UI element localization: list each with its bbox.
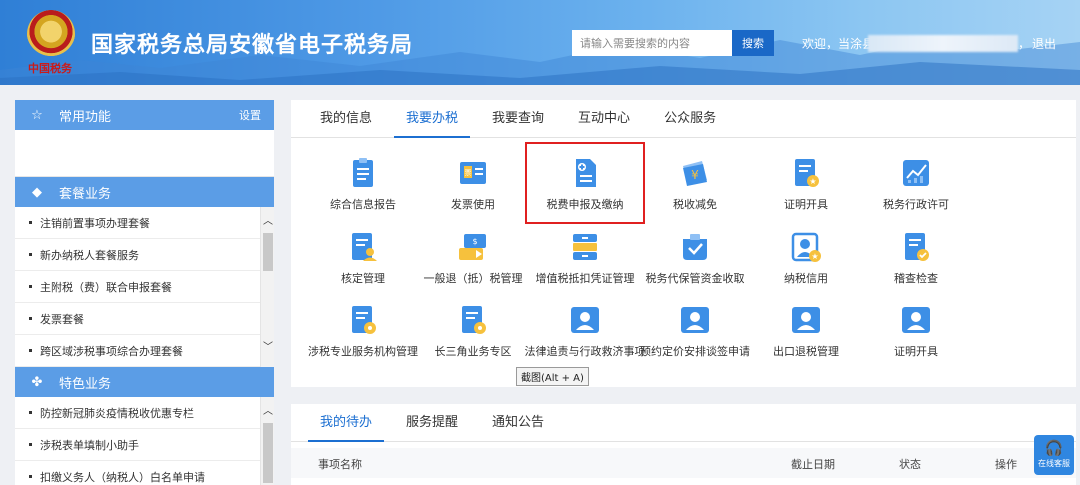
online-service-label: 在线客服 <box>1038 459 1070 468</box>
online-service-button[interactable]: 🎧 在线客服 <box>1034 435 1074 475</box>
headset-icon: 🎧 <box>1044 439 1064 457</box>
tab-my-info[interactable]: 我的信息 <box>308 100 384 137</box>
legal-relief-icon <box>571 307 599 333</box>
tile-invoice[interactable]: 票 发票使用 <box>408 156 538 212</box>
star-icon: ☆ <box>31 107 43 123</box>
feature-title: 特色业务 <box>59 376 112 392</box>
tab-interaction[interactable]: 互动中心 <box>566 100 642 137</box>
invoice-icon: 票 <box>460 162 486 184</box>
tax-relief-icon: ¥ <box>683 161 707 186</box>
todo-table-header: 事项名称 截止日期 状态 操作 <box>291 448 1076 478</box>
admin-license-icon <box>903 160 929 186</box>
tile-label: 长三角业务专区 <box>434 345 512 358</box>
tile-label: 一般退（抵）税管理 <box>423 272 523 285</box>
screenshot-tooltip: 截图(Alt + A) <box>516 367 589 386</box>
list-item[interactable]: 注销前置事项办理套餐 <box>15 207 260 239</box>
scroll-up-icon[interactable]: ︿ <box>261 215 275 229</box>
certificate-icon: ★ <box>795 159 819 187</box>
tax-refund-icon: $ <box>459 234 486 260</box>
todo-tabs: 我的待办 服务提醒 通知公告 <box>291 404 1076 442</box>
column-deadline: 截止日期 <box>791 458 835 471</box>
tile-yangtze-zone[interactable]: 长三角业务专区 <box>408 303 538 359</box>
list-item[interactable]: 新办纳税人套餐服务 <box>15 239 260 271</box>
tab-tax-handling[interactable]: 我要办税 <box>394 100 471 138</box>
column-status: 状态 <box>899 458 921 471</box>
svg-text:★: ★ <box>811 252 818 261</box>
tab-service-reminder[interactable]: 服务提醒 <box>394 404 470 441</box>
list-item[interactable]: 主附税（费）联合申报套餐 <box>15 271 260 303</box>
common-functions-header: ☆ 常用功能 设置 <box>15 100 274 130</box>
export-refund-icon <box>792 307 820 333</box>
package-list: 注销前置事项办理套餐 新办纳税人套餐服务 主附税（费）联合申报套餐 发票套餐 跨… <box>15 207 274 367</box>
column-item-name: 事项名称 <box>318 458 362 471</box>
inspection-icon <box>905 233 929 261</box>
emblem-caption: 中国税务 <box>28 62 72 75</box>
tile-label: 发票使用 <box>451 198 495 211</box>
welcome-text: 欢迎，当涂县 <box>802 37 875 51</box>
feature-header[interactable]: ✤ 特色业务 <box>15 367 274 397</box>
certificate2-icon <box>902 307 930 333</box>
common-functions-empty <box>15 130 274 177</box>
welcome-comma: ， <box>1018 37 1031 51</box>
tab-public-service[interactable]: 公众服务 <box>652 100 728 137</box>
sidebar: ☆ 常用功能 设置 ◆ 套餐业务 注销前置事项办理套餐 新办纳税人套餐服务 主附… <box>15 100 274 485</box>
package-scrollbar[interactable]: ︿ ﹀ <box>260 207 274 367</box>
selection-highlight <box>525 142 645 224</box>
tab-notice[interactable]: 通知公告 <box>480 404 556 441</box>
scroll-up-icon[interactable]: ︿ <box>261 405 275 419</box>
tile-label: 证明开具 <box>894 345 938 358</box>
logout-link[interactable]: 退出 <box>1032 35 1056 52</box>
list-item[interactable]: 跨区域涉税事项综合办理套餐 <box>15 335 260 367</box>
tile-label: 税务行政许可 <box>883 198 949 211</box>
site-title: 国家税务总局安徽省电子税务局 <box>91 33 414 58</box>
svg-text:★: ★ <box>809 177 816 186</box>
column-action: 操作 <box>995 458 1017 471</box>
tax-emblem-icon <box>27 10 75 58</box>
list-item[interactable]: 涉税表单填制小助手 <box>15 429 260 461</box>
search-input[interactable] <box>572 30 732 56</box>
tile-certificate-2[interactable]: 证明开具 <box>851 303 981 359</box>
tab-my-todo[interactable]: 我的待办 <box>308 404 385 442</box>
site-header: 中国税务 国家税务总局安徽省电子税务局 搜索 欢迎，当涂县 ， 退出 <box>0 0 1080 85</box>
business-panel: 我的信息 我要办税 我要查询 互动中心 公众服务 综合信息报告 票 发票使用 税… <box>291 100 1076 387</box>
package-header[interactable]: ◆ 套餐业务 <box>15 177 274 207</box>
svg-text:¥: ¥ <box>691 168 699 182</box>
tile-label: 稽查检查 <box>894 272 938 285</box>
clover-icon: ✤ <box>31 374 43 390</box>
scroll-down-icon[interactable]: ﹀ <box>261 341 275 355</box>
pricing-apply-icon <box>681 307 709 333</box>
blurred-username <box>868 35 1018 52</box>
tab-query[interactable]: 我要查询 <box>480 100 556 137</box>
tile-inspection[interactable]: 稽查检查 <box>851 230 981 286</box>
assess-manage-icon <box>352 233 377 261</box>
scroll-thumb[interactable] <box>263 423 273 483</box>
svg-text:$: $ <box>472 237 477 246</box>
svg-text:票: 票 <box>465 169 472 177</box>
custody-fund-icon <box>683 234 707 260</box>
list-item[interactable]: 发票套餐 <box>15 303 260 335</box>
settings-link[interactable]: 设置 <box>239 107 261 123</box>
tile-admin-license[interactable]: 税务行政许可 <box>851 156 981 212</box>
agency-manage-icon <box>352 306 376 334</box>
feature-list: 防控新冠肺炎疫情税收优惠专栏 涉税表单填制小助手 扣缴义务人（纳税人）白名单申请… <box>15 397 274 485</box>
feature-scrollbar[interactable]: ︿ <box>260 397 274 485</box>
tile-tax-refund[interactable]: $ 一般退（抵）税管理 <box>408 230 538 286</box>
list-item[interactable]: 扣缴义务人（纳税人）白名单申请 <box>15 461 260 485</box>
scroll-thumb[interactable] <box>263 233 273 271</box>
todo-panel: 我的待办 服务提醒 通知公告 事项名称 截止日期 状态 操作 <box>291 404 1076 485</box>
vat-voucher-icon <box>573 234 597 260</box>
yangtze-zone-icon <box>462 306 486 334</box>
common-functions-title: 常用功能 <box>59 109 112 125</box>
report-doc-icon <box>353 158 373 187</box>
main-tabs: 我的信息 我要办税 我要查询 互动中心 公众服务 <box>291 100 1076 138</box>
list-item[interactable]: 防控新冠肺炎疫情税收优惠专栏 <box>15 397 260 429</box>
package-title: 套餐业务 <box>59 186 112 202</box>
layers-icon: ◆ <box>32 184 42 200</box>
tax-credit-icon: ★ <box>791 232 821 262</box>
search-button[interactable]: 搜索 <box>732 30 774 56</box>
